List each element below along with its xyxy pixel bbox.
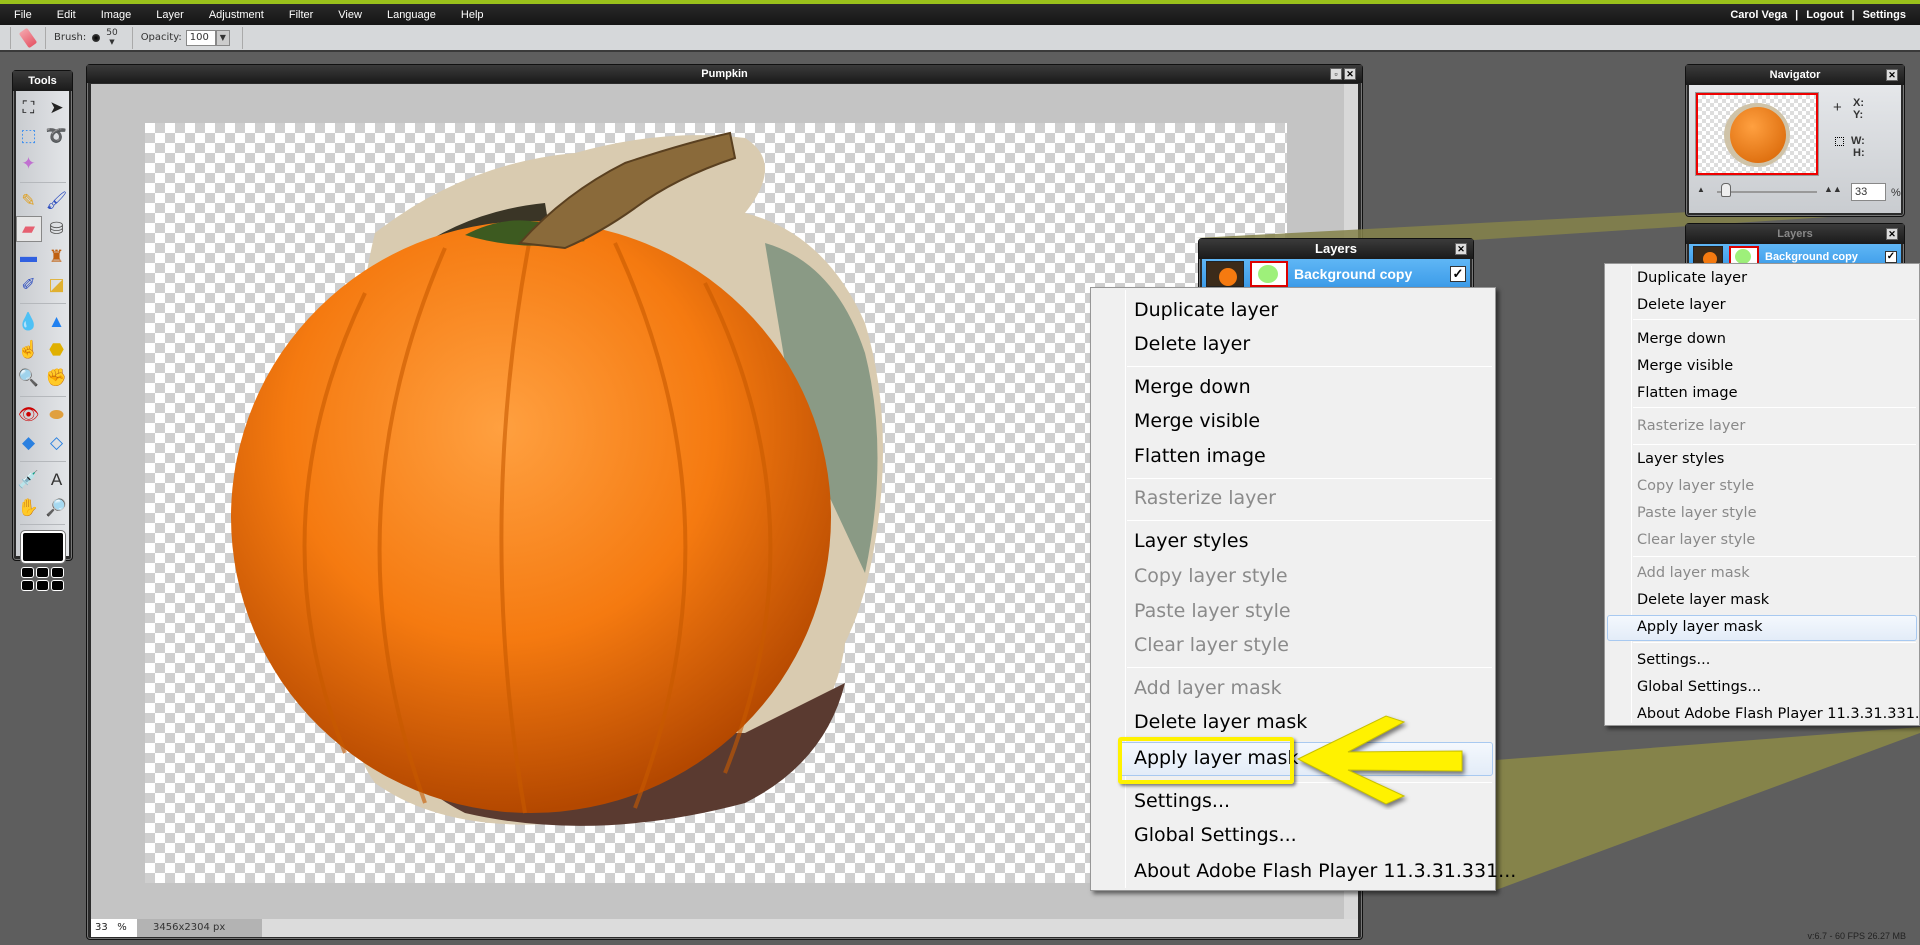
layers-title: Layers	[1315, 241, 1357, 256]
menu-separator	[1127, 667, 1492, 668]
crosshair-icon: +	[1833, 99, 1842, 116]
navigator-preview[interactable]	[1695, 92, 1819, 176]
menu-item-delete-layer[interactable]: Delete layer	[1134, 333, 1250, 355]
navigator-zoom-input[interactable]: 33	[1851, 183, 1886, 201]
menu-item-global-settings[interactable]: Global Settings...	[1637, 679, 1761, 695]
menu-separator	[1127, 366, 1492, 367]
menu-separator	[1633, 444, 1916, 445]
menu-item-copy-layer-style[interactable]: Copy layer style	[1637, 478, 1754, 494]
menu-separator	[1633, 319, 1916, 320]
close-button[interactable]: ✕	[1886, 69, 1898, 81]
menu-item-merge-visible[interactable]: Merge visible	[1637, 358, 1733, 374]
menu-item-flatten-image[interactable]: Flatten image	[1637, 385, 1738, 401]
menu-separator	[1127, 520, 1492, 521]
menu-separator	[1633, 642, 1916, 643]
navigator-title: Navigator	[1769, 69, 1821, 81]
menu-separator	[1633, 407, 1916, 408]
annotation-highlight-box	[1118, 737, 1294, 784]
navigator-panel: Navigator ✕ + X: Y: W: H: ▲ ▲▲ 33 %	[1685, 64, 1905, 217]
layer-row[interactable]: Background copy ✓	[1202, 259, 1470, 289]
menu-item-clear-layer-style[interactable]: Clear layer style	[1134, 634, 1289, 656]
zoom-slider[interactable]	[1717, 191, 1817, 193]
menu-item-delete-layer-mask[interactable]: Delete layer mask	[1637, 592, 1769, 608]
zoom-in-icon[interactable]: ▲▲	[1824, 184, 1842, 194]
layer-thumbnail	[1206, 261, 1244, 287]
menu-item-delete-layer[interactable]: Delete layer	[1637, 297, 1726, 313]
menu-item-rasterize-layer[interactable]: Rasterize layer	[1134, 487, 1276, 509]
zoom-slider-handle[interactable]	[1721, 183, 1731, 197]
menu-item-merge-down[interactable]: Merge down	[1637, 331, 1726, 347]
menu-item-settings[interactable]: Settings...	[1134, 790, 1230, 812]
menu-item-merge-down[interactable]: Merge down	[1134, 376, 1251, 398]
h-label: H:	[1853, 147, 1865, 159]
w-label: W:	[1851, 135, 1865, 147]
menu-item-settings[interactable]: Settings...	[1637, 652, 1710, 668]
menu-item-delete-layer-mask[interactable]: Delete layer mask	[1134, 711, 1307, 733]
version-info: v:6.7 - 60 FPS 26.27 MB	[1807, 931, 1906, 941]
x-label: X:	[1853, 97, 1864, 109]
layers-title: Layers	[1777, 228, 1813, 240]
layer-name: Background copy	[1765, 251, 1858, 263]
menu-item-paste-layer-style[interactable]: Paste layer style	[1134, 600, 1291, 622]
menu-item-flatten-image[interactable]: Flatten image	[1134, 445, 1266, 467]
menu-item-rasterize-layer[interactable]: Rasterize layer	[1637, 418, 1745, 434]
zoom-unit: %	[1891, 187, 1901, 199]
menu-item-paste-layer-style[interactable]: Paste layer style	[1637, 505, 1757, 521]
zoom-out-icon[interactable]: ▲	[1697, 185, 1705, 194]
menu-item-merge-visible[interactable]: Merge visible	[1134, 410, 1260, 432]
menu-item-add-layer-mask[interactable]: Add layer mask	[1637, 565, 1750, 581]
menu-item-about-adobe-flash-player-11-3-31-331[interactable]: About Adobe Flash Player 11.3.31.331...	[1134, 860, 1516, 882]
menu-separator	[1633, 556, 1916, 557]
menu-item-apply-layer-mask[interactable]: Apply layer mask	[1637, 619, 1763, 635]
menu-item-add-layer-mask[interactable]: Add layer mask	[1134, 677, 1282, 699]
visibility-checkbox[interactable]: ✓	[1885, 251, 1897, 263]
menu-item-global-settings[interactable]: Global Settings...	[1134, 824, 1297, 846]
y-label: Y:	[1853, 109, 1864, 121]
visibility-checkbox[interactable]: ✓	[1450, 266, 1466, 282]
layer-context-menu-zoomed: Duplicate layer Delete layer Merge down Mer…	[1604, 263, 1920, 726]
mask-thumbnail[interactable]	[1250, 261, 1288, 287]
annotation-arrow	[1296, 715, 1463, 805]
menu-item-layer-styles[interactable]: Layer styles	[1637, 451, 1724, 467]
close-button[interactable]: ✕	[1455, 243, 1467, 255]
menu-item-duplicate-layer[interactable]: Duplicate layer	[1637, 270, 1747, 286]
menu-item-layer-styles[interactable]: Layer styles	[1134, 530, 1248, 552]
menu-item-copy-layer-style[interactable]: Copy layer style	[1134, 565, 1288, 587]
menu-separator	[1127, 478, 1492, 479]
layer-name: Background copy	[1294, 266, 1413, 282]
callout-bottom	[1496, 727, 1920, 890]
selection-size-icon	[1835, 137, 1844, 146]
menu-item-clear-layer-style[interactable]: Clear layer style	[1637, 532, 1755, 548]
menu-item-duplicate-layer[interactable]: Duplicate layer	[1134, 299, 1278, 321]
close-button[interactable]: ✕	[1886, 228, 1898, 240]
menu-item-about-adobe-flash-player-11-3-31-331[interactable]: About Adobe Flash Player 11.3.31.331...	[1637, 706, 1920, 722]
